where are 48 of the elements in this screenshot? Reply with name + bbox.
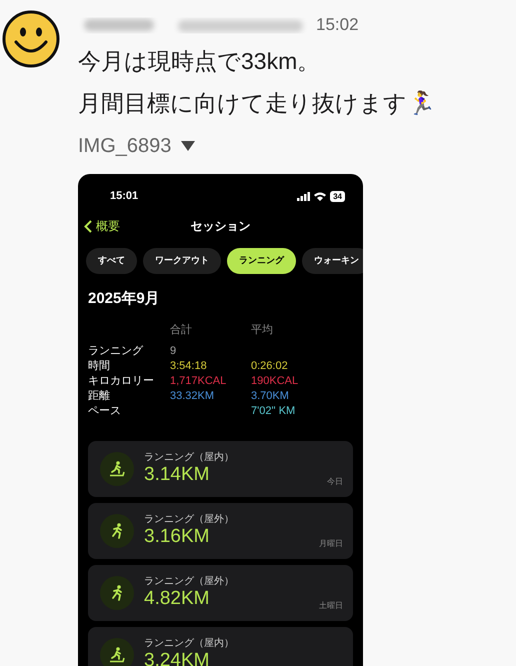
stat-label: ペース: [88, 404, 122, 418]
treadmill-runner-icon: [100, 452, 134, 486]
session-title: ランニング（屋外）: [144, 513, 234, 526]
stat-value: 9: [170, 344, 178, 358]
message-time: 15:02: [316, 14, 359, 36]
message-text: 今月は現時点で33km。: [78, 47, 322, 76]
session-day: 土曜日: [319, 600, 343, 612]
battery-level: 34: [330, 190, 345, 202]
stat-value: 190KCAL: [251, 374, 300, 388]
session-title: ランニング（屋外）: [144, 575, 234, 588]
filter-tab[interactable]: ランニング: [227, 248, 296, 274]
session-distance: 3.14KM: [144, 464, 210, 486]
session-title: ランニング（屋内）: [144, 451, 234, 464]
back-link[interactable]: 概要: [84, 217, 120, 235]
stat-value: 1,717KCAL: [170, 374, 228, 388]
stat-label: キロカロリー: [88, 374, 155, 388]
stat-value: 3.70KM: [251, 388, 290, 404]
column-header: 平均: [251, 322, 274, 338]
period-heading: 2025年9月: [87, 289, 161, 309]
session-distance: 3.16KM: [144, 526, 210, 548]
stat-label: 距離: [88, 388, 111, 404]
wifi-icon: [314, 192, 326, 200]
signal-icon: [297, 192, 310, 200]
runner-icon: [100, 576, 134, 610]
column-header: 合計: [170, 322, 193, 338]
filter-tab[interactable]: ワークアウト: [143, 248, 221, 274]
screen-title: セッション: [190, 218, 250, 235]
attachment-name: IMG_6893: [78, 134, 172, 159]
session-title: ランニング（屋内）: [144, 637, 234, 650]
back-icon: [84, 220, 92, 232]
session-distance: 4.82KM: [144, 588, 210, 610]
treadmill-runner-icon: [100, 638, 134, 666]
stat-label: 時間: [88, 358, 111, 374]
session-distance: 3.24KM: [144, 650, 210, 666]
filter-tab[interactable]: すべて: [86, 248, 137, 274]
caret-icon[interactable]: [181, 141, 196, 151]
smiley-avatar: [2, 10, 60, 68]
session-day: 今日: [327, 476, 343, 488]
stat-value: 33.32KM: [170, 388, 216, 404]
runner-icon: [100, 514, 134, 548]
stat-value: 3:54:18: [170, 358, 208, 374]
stat-value: 0:26:02: [251, 358, 289, 374]
stat-label: ランニング: [88, 344, 144, 358]
message-text: 月間目標に向けて走り抜けます🏃‍♀: [78, 89, 437, 118]
status-time: 15:01: [110, 188, 138, 204]
stat-value: 7'02'' KM: [251, 404, 296, 418]
session-day: 月曜日: [319, 538, 343, 550]
filter-tab[interactable]: ウォーキン: [302, 248, 363, 274]
